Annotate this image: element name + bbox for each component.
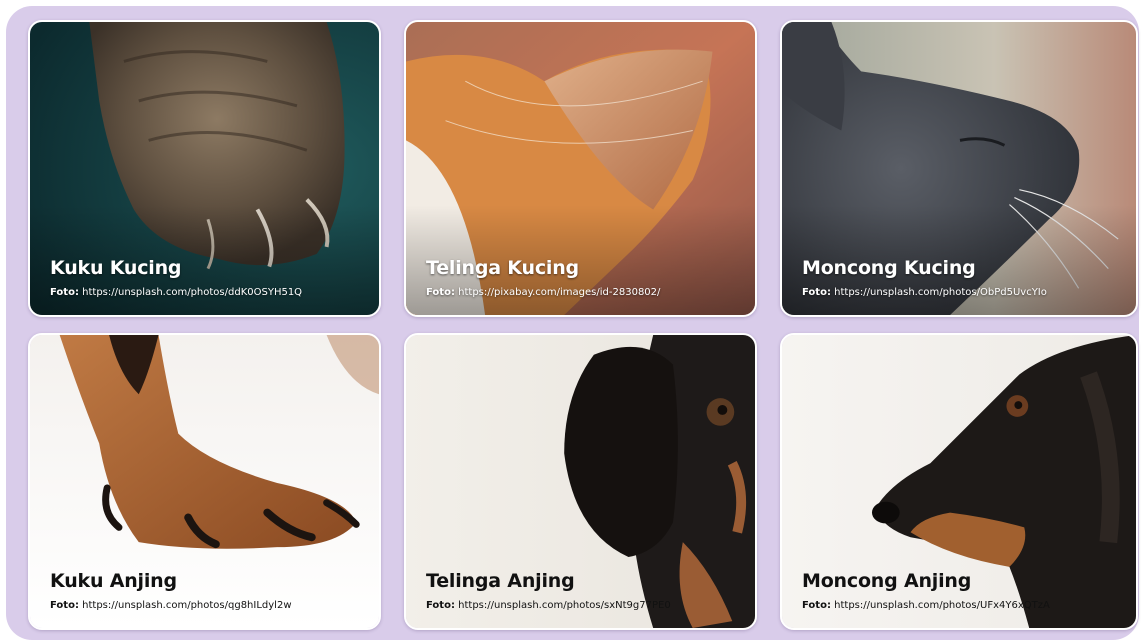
photo-credit: Foto: https://unsplash.com/photos/ddK0OS… <box>50 286 369 299</box>
card-title: Telinga Anjing <box>426 570 575 592</box>
card-kuku-anjing: Kuku Anjing Foto: https://unsplash.com/p… <box>28 333 381 630</box>
card-title: Telinga Kucing <box>426 257 579 279</box>
credit-url: https://unsplash.com/photos/qg8hILdyl2w <box>82 600 292 611</box>
caption: Kuku Anjing Foto: https://unsplash.com/p… <box>50 569 369 612</box>
photo-credit: Foto: https://unsplash.com/photos/qg8hIL… <box>50 599 369 612</box>
credit-url: https://unsplash.com/photos/ObPd5UvcYIo <box>834 287 1047 298</box>
card-title: Kuku Kucing <box>50 257 182 279</box>
credit-url: https://unsplash.com/photos/ddK0OSYH51Q <box>82 287 303 298</box>
card-title: Moncong Kucing <box>802 257 976 279</box>
credit-label: Foto: <box>802 287 831 298</box>
credit-label: Foto: <box>426 287 455 298</box>
credit-url: https://pixabay.com/images/id-2830802/ <box>458 287 661 298</box>
caption: Telinga Anjing Foto: https://unsplash.co… <box>426 569 745 612</box>
card-title: Moncong Anjing <box>802 570 972 592</box>
card-title: Kuku Anjing <box>50 570 177 592</box>
caption: Moncong Anjing Foto: https://unsplash.co… <box>802 569 1126 612</box>
credit-url: https://unsplash.com/photos/UFx4Y6xQTzA <box>834 600 1050 611</box>
credit-label: Foto: <box>50 287 79 298</box>
photo-credit: Foto: https://pixabay.com/images/id-2830… <box>426 286 745 299</box>
credit-label: Foto: <box>802 600 831 611</box>
card-moncong-anjing: Moncong Anjing Foto: https://unsplash.co… <box>780 333 1138 630</box>
photo-credit: Foto: https://unsplash.com/photos/UFx4Y6… <box>802 599 1126 612</box>
photo-grid: Kuku Kucing Foto: https://unsplash.com/p… <box>28 20 1138 631</box>
credit-label: Foto: <box>50 600 79 611</box>
credit-label: Foto: <box>426 600 455 611</box>
photo-credit: Foto: https://unsplash.com/photos/ObPd5U… <box>802 286 1126 299</box>
photo-grid-frame: Kuku Kucing Foto: https://unsplash.com/p… <box>6 6 1139 640</box>
card-kuku-kucing: Kuku Kucing Foto: https://unsplash.com/p… <box>28 20 381 317</box>
caption: Moncong Kucing Foto: https://unsplash.co… <box>802 256 1126 299</box>
card-telinga-anjing: Telinga Anjing Foto: https://unsplash.co… <box>404 333 757 630</box>
photo-credit: Foto: https://unsplash.com/photos/sxNt9g… <box>426 599 745 612</box>
caption: Telinga Kucing Foto: https://pixabay.com… <box>426 256 745 299</box>
card-telinga-kucing: Telinga Kucing Foto: https://pixabay.com… <box>404 20 757 317</box>
card-moncong-kucing: Moncong Kucing Foto: https://unsplash.co… <box>780 20 1138 317</box>
caption: Kuku Kucing Foto: https://unsplash.com/p… <box>50 256 369 299</box>
credit-url: https://unsplash.com/photos/sxNt9g77PE0 <box>458 600 671 611</box>
